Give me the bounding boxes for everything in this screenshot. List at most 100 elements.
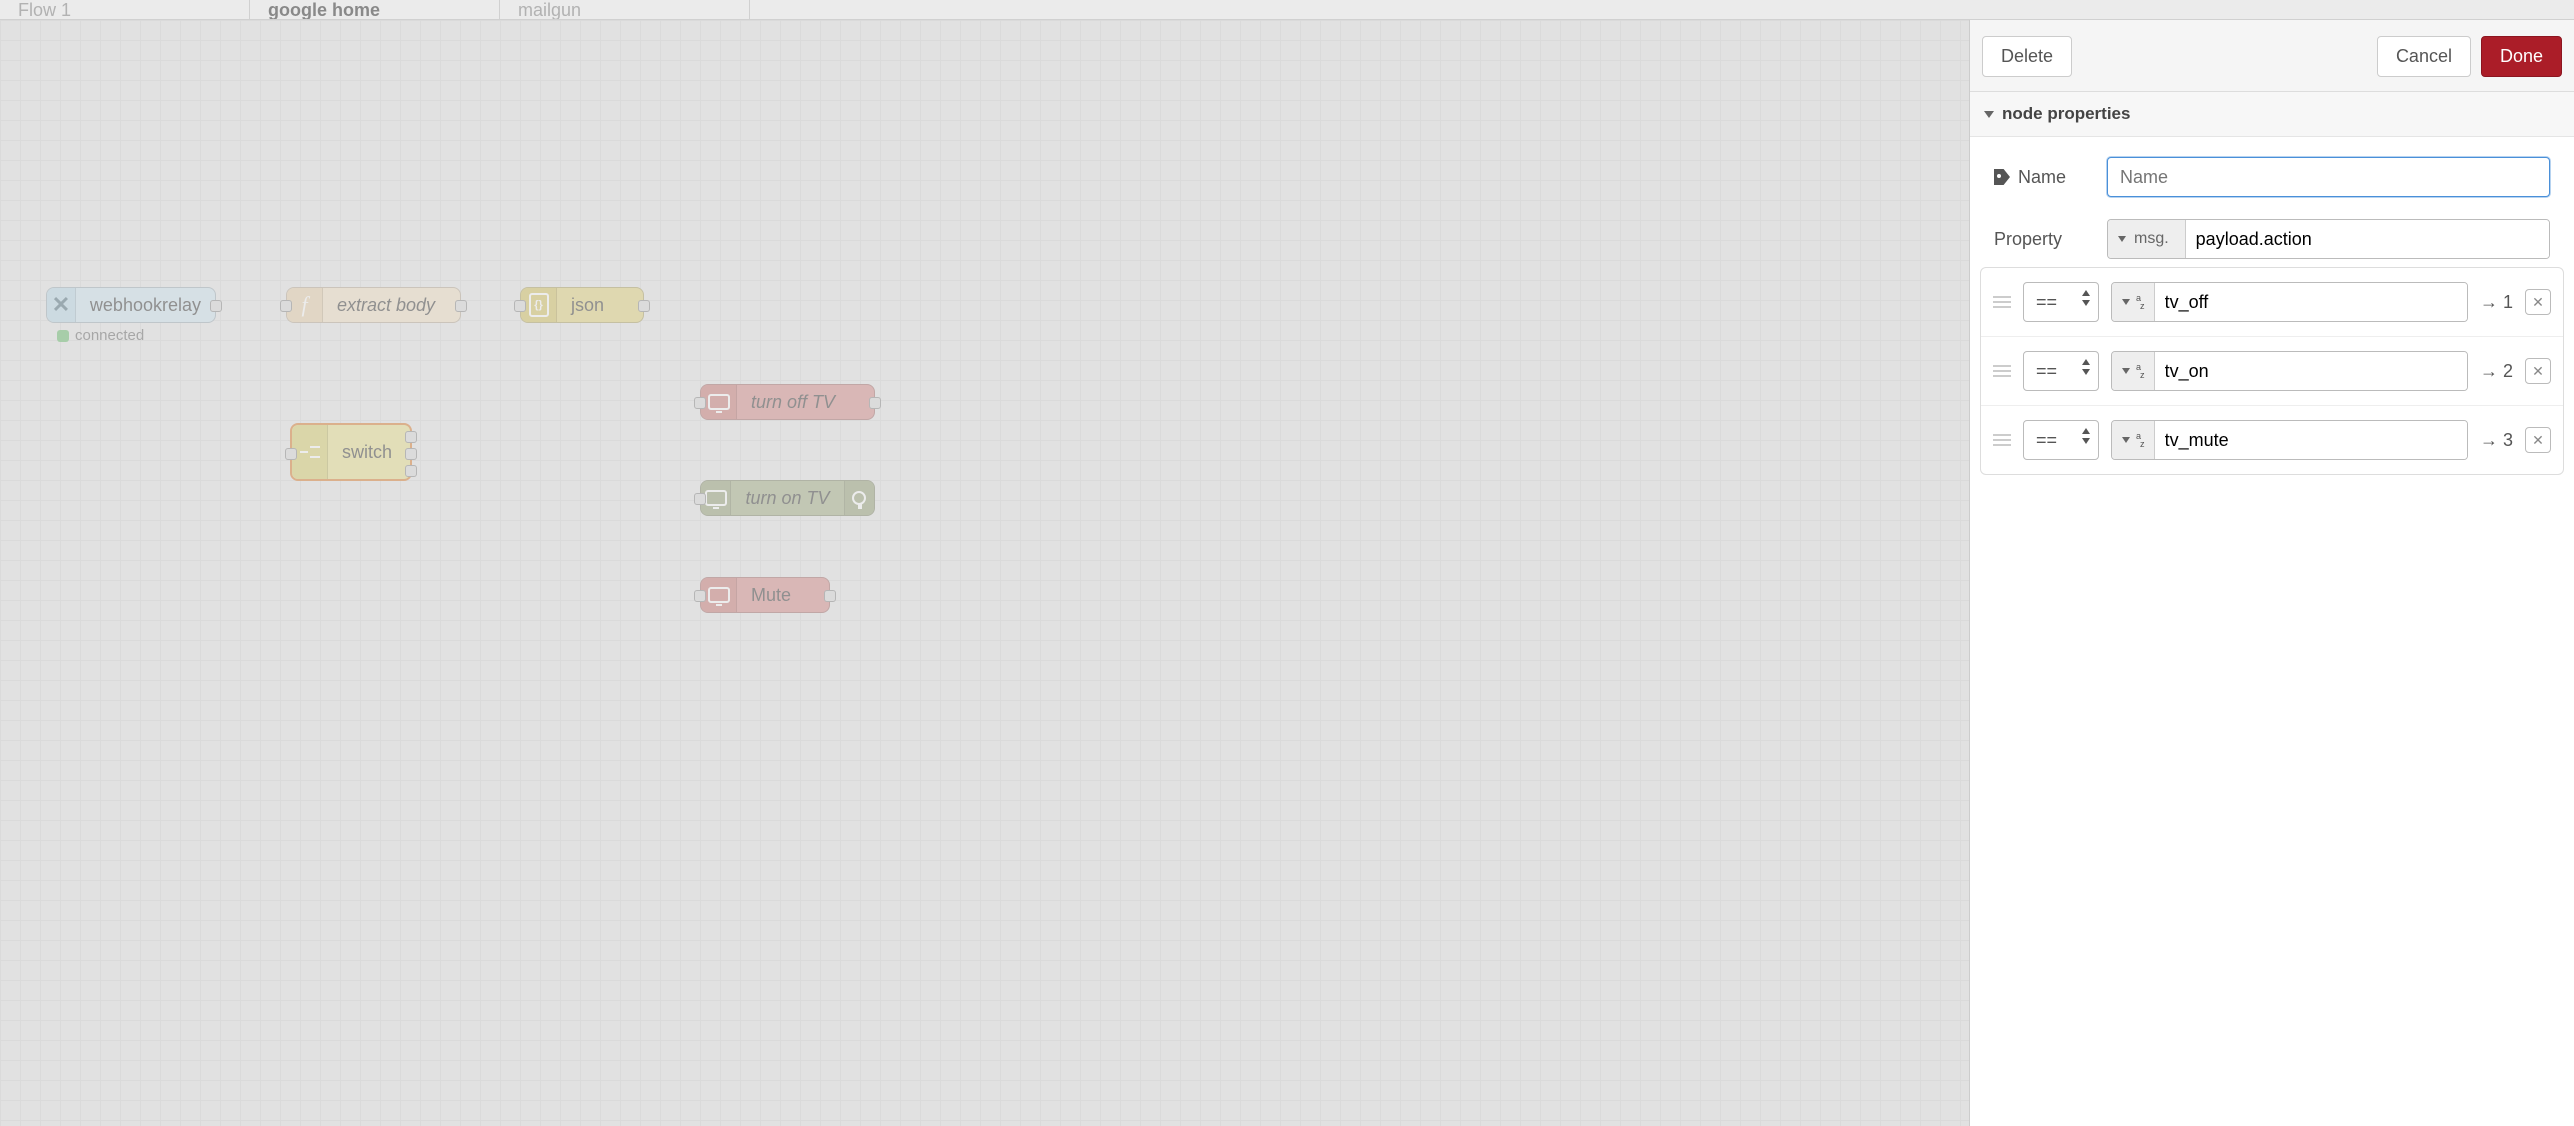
node-status: connected: [57, 327, 144, 344]
caret-down-icon: [2122, 437, 2130, 443]
field-label: Property: [1994, 229, 2062, 250]
node-webhookrelay[interactable]: ✕ webhookrelay connected: [46, 287, 216, 323]
node-label: Mute: [737, 578, 805, 612]
rule-operator-select[interactable]: ==: [2023, 282, 2099, 322]
json-icon: [521, 288, 557, 322]
rule-output-label: → 1: [2480, 292, 2513, 313]
node-json[interactable]: json: [520, 287, 644, 323]
node-switch[interactable]: switch: [290, 423, 412, 481]
rule-row: == az → 2 ✕: [1981, 337, 2563, 406]
output-port[interactable]: [824, 590, 836, 602]
canvas-dim-overlay: [0, 20, 1969, 1126]
tv-icon: [701, 578, 737, 612]
wires-layer: [0, 20, 300, 170]
output-port[interactable]: [869, 397, 881, 409]
bulb-icon: [844, 481, 874, 515]
output-port-1[interactable]: [405, 431, 417, 443]
rule-output-label: → 2: [2480, 361, 2513, 382]
rule-type-button[interactable]: az: [2112, 421, 2155, 459]
rule-row: == az → 1 ✕: [1981, 268, 2563, 337]
rule-operator: ==: [2036, 361, 2057, 382]
string-type-icon: az: [2136, 294, 2144, 310]
input-port[interactable]: [694, 493, 706, 505]
panel-header: Edit switch node Delete Cancel Done: [1970, 20, 2574, 92]
rule-value-input[interactable]: az: [2111, 351, 2468, 391]
section-title: node properties: [2002, 104, 2130, 124]
tv-icon: [701, 385, 737, 419]
output-port-3[interactable]: [405, 465, 417, 477]
input-port[interactable]: [694, 397, 706, 409]
done-button[interactable]: Done: [2481, 36, 2562, 77]
rule-type-button[interactable]: az: [2112, 352, 2155, 390]
tab-mailgun[interactable]: mailgun: [500, 0, 750, 19]
input-port[interactable]: [285, 448, 297, 460]
node-label: json: [557, 288, 618, 322]
caret-down-icon: [2122, 368, 2130, 374]
node-turn-off-tv[interactable]: turn off TV: [700, 384, 875, 420]
status-text: connected: [75, 327, 144, 344]
property-type-button[interactable]: msg.: [2108, 220, 2186, 258]
property-label: Property: [1994, 229, 2089, 250]
node-label: extract body: [323, 288, 449, 322]
cancel-button[interactable]: Cancel: [2377, 36, 2471, 77]
section-toggle[interactable]: node properties: [1970, 92, 2574, 137]
name-row: Name: [1994, 157, 2550, 197]
rule-value[interactable]: [2155, 283, 2467, 321]
node-properties-section: node properties Name Property: [1970, 92, 2574, 493]
drag-handle-icon[interactable]: [1993, 434, 2011, 446]
caret-down-icon: [2118, 236, 2126, 242]
rule-value-input[interactable]: az: [2111, 420, 2468, 460]
input-port[interactable]: [280, 300, 292, 312]
node-turn-on-tv[interactable]: turn on TV: [700, 480, 875, 516]
node-label: turn on TV: [731, 481, 843, 515]
status-dot: [57, 330, 69, 342]
property-prefix: msg.: [2132, 230, 2175, 248]
name-input[interactable]: [2107, 157, 2550, 197]
caret-down-icon: [2122, 299, 2130, 305]
node-extract-body[interactable]: f extract body: [286, 287, 461, 323]
rule-value-input[interactable]: az: [2111, 282, 2468, 322]
flow-canvas[interactable]: ✕ webhookrelay connected f extract body …: [0, 20, 1969, 1126]
node-label: switch: [328, 425, 406, 479]
rule-value[interactable]: [2155, 352, 2467, 390]
rule-delete-button[interactable]: ✕: [2525, 427, 2551, 453]
output-port[interactable]: [638, 300, 650, 312]
node-label: webhookrelay: [76, 288, 215, 322]
name-label: Name: [1994, 167, 2089, 188]
rule-delete-button[interactable]: ✕: [2525, 289, 2551, 315]
rule-operator-select[interactable]: ==: [2023, 420, 2099, 460]
delete-button[interactable]: Delete: [1982, 36, 2072, 77]
string-type-icon: az: [2136, 363, 2144, 379]
input-port[interactable]: [694, 590, 706, 602]
webhook-icon: ✕: [47, 288, 76, 322]
tab-flow1[interactable]: Flow 1: [0, 0, 250, 19]
function-icon: f: [287, 288, 323, 322]
output-port[interactable]: [210, 300, 222, 312]
workspace-tabs: Flow 1 google home mailgun: [0, 0, 2574, 20]
node-mute[interactable]: Mute: [700, 577, 830, 613]
rule-value[interactable]: [2155, 421, 2467, 459]
property-value-input[interactable]: [2186, 220, 2549, 258]
property-row: Property msg.: [1994, 219, 2550, 259]
switch-icon: [292, 425, 328, 479]
tab-google-home[interactable]: google home: [250, 0, 500, 19]
output-port[interactable]: [455, 300, 467, 312]
field-label: Name: [2018, 167, 2066, 188]
drag-handle-icon[interactable]: [1993, 365, 2011, 377]
property-input[interactable]: msg.: [2107, 219, 2550, 259]
rules-list: == az → 1 ✕ =: [1980, 267, 2564, 475]
rule-operator: ==: [2036, 292, 2057, 313]
string-type-icon: az: [2136, 432, 2144, 448]
node-label: turn off TV: [737, 385, 849, 419]
chevron-down-icon: [1984, 111, 1994, 118]
rule-delete-button[interactable]: ✕: [2525, 358, 2551, 384]
edit-panel: Edit switch node Delete Cancel Done node…: [1969, 20, 2574, 1126]
output-port-2[interactable]: [405, 448, 417, 460]
input-port[interactable]: [514, 300, 526, 312]
rule-type-button[interactable]: az: [2112, 283, 2155, 321]
tag-icon: [1994, 169, 2010, 185]
rule-operator: ==: [2036, 430, 2057, 451]
rule-operator-select[interactable]: ==: [2023, 351, 2099, 391]
drag-handle-icon[interactable]: [1993, 296, 2011, 308]
rule-row: == az → 3 ✕: [1981, 406, 2563, 474]
